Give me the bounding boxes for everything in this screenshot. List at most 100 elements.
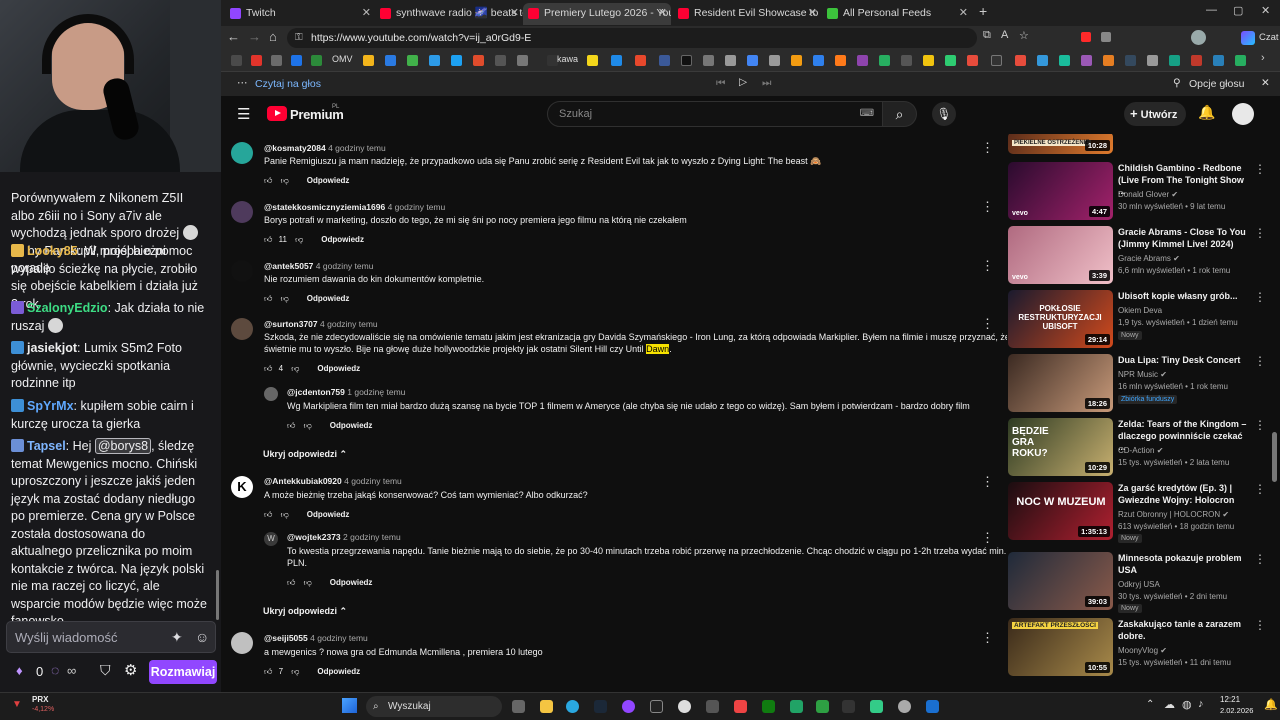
tab-twitch[interactable]: Twitch ✕ <box>225 3 375 25</box>
bookmark-icon[interactable] <box>451 55 462 66</box>
extension-icon[interactable]: ⧉ <box>983 29 991 42</box>
comment-author[interactable]: @wojtek2373 <box>287 532 341 542</box>
more-options-icon[interactable]: ⋮ <box>1254 552 1266 566</box>
bookmark-icon[interactable] <box>271 55 282 66</box>
comment-author[interactable]: @surton3707 <box>264 319 318 329</box>
reply-button[interactable]: Odpowiedz <box>307 294 350 303</box>
more-options-icon[interactable]: ⋮ <box>981 140 994 156</box>
comment-author[interactable]: @seiji5055 <box>264 633 308 643</box>
bookmark-icon[interactable] <box>769 55 780 66</box>
comment-author[interactable]: @Antekkubiak0920 <box>264 476 342 486</box>
bookmark-icon[interactable] <box>429 55 440 66</box>
more-options-icon[interactable]: ⋮ <box>981 258 994 274</box>
more-bookmarks-icon[interactable]: › <box>1261 52 1265 64</box>
bookmark-icon[interactable] <box>385 55 396 66</box>
app-icon[interactable] <box>790 700 803 713</box>
video-channel[interactable]: Odkryj USA <box>1118 580 1160 589</box>
comment-time[interactable]: 4 godziny temu <box>328 143 386 153</box>
close-icon[interactable]: ✕ <box>658 3 667 23</box>
bookmark-icon[interactable] <box>1037 55 1048 66</box>
close-icon[interactable]: ✕ <box>959 3 968 23</box>
tab-resident-evil[interactable]: Resident Evil Showcase to nieśmi ✕ <box>673 3 821 25</box>
bookmark-icon[interactable] <box>587 55 598 66</box>
chat-message-input[interactable]: Wyślij wiadomość ✦ ☺ <box>6 621 216 653</box>
close-icon[interactable]: ✕ <box>510 3 519 23</box>
bookmark-omv[interactable]: OMV <box>332 54 353 64</box>
like-icon[interactable]: 👍︎ <box>264 510 272 519</box>
clock-time[interactable]: 12:21 <box>1220 695 1240 704</box>
like-icon[interactable]: 👍︎ <box>264 235 272 244</box>
minimize-icon[interactable]: — <box>1206 4 1217 16</box>
more-options-icon[interactable]: ⋮ <box>1254 482 1266 496</box>
video-title[interactable]: Dua Lipa: Tiny Desk Concert <box>1118 355 1248 367</box>
youtube-logo-icon[interactable] <box>267 106 287 121</box>
app-icon[interactable] <box>706 700 719 713</box>
play-icon[interactable]: ▷ <box>739 76 747 88</box>
more-options-icon[interactable]: ⋮ <box>1254 226 1266 240</box>
prediction-icon[interactable]: ◌ <box>51 662 59 678</box>
comment-avatar[interactable] <box>231 260 253 282</box>
tab-premiery[interactable]: Premiery Lutego 2026 - YouTube ✕ <box>523 3 671 25</box>
app-icon[interactable] <box>734 700 747 713</box>
comment-avatar[interactable] <box>231 632 253 654</box>
close-icon[interactable]: ✕ <box>808 3 817 23</box>
app-icon[interactable] <box>650 700 663 713</box>
bookmark-icon[interactable] <box>1103 55 1114 66</box>
reply-avatar[interactable] <box>264 387 278 401</box>
video-thumbnail[interactable]: POKŁOSIE RESTRUKTURYZACJI UBISOFT 29:14 <box>1008 290 1113 348</box>
steam-icon[interactable] <box>594 700 607 713</box>
maximize-icon[interactable]: ▢ <box>1233 4 1243 17</box>
reply-button[interactable]: Odpowiedz <box>321 235 364 244</box>
create-button[interactable]: + Utwórz <box>1124 102 1186 126</box>
close-window-icon[interactable]: ✕ <box>1261 4 1270 17</box>
close-icon[interactable]: ✕ <box>1261 77 1270 89</box>
network-icon[interactable]: ◍ <box>1182 698 1192 711</box>
comment-time[interactable]: 4 godziny temu <box>344 476 402 486</box>
comment-author[interactable]: @antek5057 <box>264 261 313 271</box>
reply-button[interactable]: Odpowiedz <box>317 364 360 373</box>
bookmark-icon[interactable] <box>1191 55 1202 66</box>
video-channel[interactable]: NPR Music ✔ <box>1118 370 1167 379</box>
menu-icon[interactable]: ☰ <box>237 105 250 123</box>
dislike-icon[interactable]: 👎︎ <box>291 667 299 676</box>
video-channel[interactable]: Okiem Deva <box>1118 306 1162 315</box>
more-icon[interactable]: ⋯ <box>237 77 248 89</box>
reply-avatar[interactable]: W <box>264 532 278 546</box>
close-icon[interactable]: ✕ <box>362 3 371 23</box>
bookmark-icon[interactable] <box>813 55 824 66</box>
video-title[interactable]: Za garść kredytów (Ep. 3) | Gwiezdne Woj… <box>1118 483 1248 506</box>
bookmark-icon[interactable] <box>835 55 846 66</box>
app-icon[interactable] <box>678 700 691 713</box>
new-tab-icon[interactable]: + <box>979 3 987 19</box>
chat-username[interactable]: SpYrMx <box>27 399 74 413</box>
video-channel[interactable]: Rzut Obronny | HOLOCRON ✔ <box>1118 510 1229 519</box>
video-thumbnail[interactable]: PIEKIELNE OSTRZEŻENIE 10:28 <box>1008 134 1113 154</box>
dislike-icon[interactable]: 👎︎ <box>304 421 312 430</box>
video-channel[interactable]: MoonyVlog ✔ <box>1118 646 1167 655</box>
clock-date[interactable]: 2.02.2026 <box>1220 706 1253 715</box>
video-card[interactable]: vevo 4:47 Childish Gambino - Redbone (Li… <box>1008 162 1270 222</box>
like-icon[interactable]: 👍︎ <box>264 176 272 185</box>
video-title[interactable]: Gracie Abrams - Close To You (Jimmy Kimm… <box>1118 227 1248 250</box>
hide-replies-button[interactable]: Ukryj odpowiedzi ⌃ <box>263 606 347 617</box>
like-icon[interactable]: 👍︎ <box>264 294 272 303</box>
scrollbar-thumb[interactable] <box>1272 432 1277 482</box>
windows-start-icon[interactable] <box>342 698 357 713</box>
video-thumbnail[interactable]: vevo 4:47 <box>1008 162 1113 220</box>
dislike-icon[interactable]: 👎︎ <box>281 294 289 303</box>
more-options-icon[interactable]: ⋮ <box>1254 162 1266 176</box>
extension-grey-icon[interactable] <box>1101 32 1111 42</box>
comment-author[interactable]: @statekkosmicznyziemia1696 <box>264 202 385 212</box>
url-bar[interactable]: ⚿ https://www.youtube.com/watch?v=ij_a0r… <box>287 28 977 48</box>
comment-avatar[interactable]: K <box>231 476 253 498</box>
dislike-icon[interactable]: 👎︎ <box>291 364 299 373</box>
bookmark-icon[interactable] <box>635 55 646 66</box>
emoji-icon[interactable]: ☺ <box>195 629 209 645</box>
video-card[interactable]: ARTEFAKT PRZESZŁOŚCI 10:55 Zaskakująco t… <box>1008 618 1270 678</box>
dislike-icon[interactable]: 👎︎ <box>281 510 289 519</box>
bookmark-icon[interactable] <box>1169 55 1180 66</box>
video-thumbnail[interactable]: BĘDZIE GRA ROKU? 10:29 <box>1008 418 1113 476</box>
edge-icon[interactable] <box>566 700 579 713</box>
bookmark-icon[interactable] <box>703 55 714 66</box>
app-icon[interactable] <box>622 700 635 713</box>
